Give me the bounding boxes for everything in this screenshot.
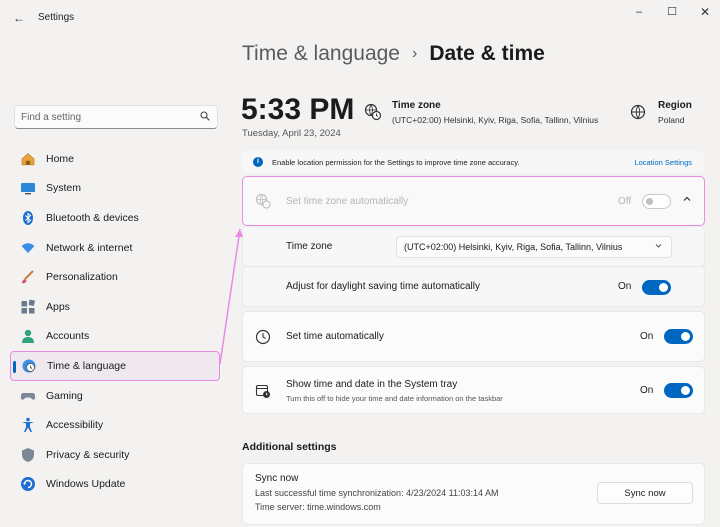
auto-timezone-toggle[interactable]	[642, 194, 671, 209]
app-title: Settings	[38, 12, 75, 23]
sidebar-item-network[interactable]: Network & internet	[10, 233, 220, 263]
last-sync-text: Last successful time synchronization: 4/…	[255, 488, 499, 498]
sidebar-item-label: Personalization	[46, 271, 118, 284]
sync-now-button[interactable]: Sync now	[597, 482, 693, 504]
sidebar-item-home[interactable]: Home	[10, 144, 220, 174]
breadcrumb: Time & language › Date & time	[242, 42, 545, 66]
wifi-icon	[20, 240, 36, 256]
auto-time-card: Set time automatically On	[242, 311, 705, 362]
brush-icon	[20, 269, 36, 285]
timezone-selected-value: (UTC+02:00) Helsinki, Kyiv, Riga, Sofia,…	[404, 242, 623, 252]
breadcrumb-separator: ›	[411, 45, 418, 62]
bluetooth-icon	[20, 210, 36, 226]
region-label: Region	[658, 100, 692, 111]
close-button[interactable]: ✕	[698, 5, 712, 19]
sidebar-item-windows-update[interactable]: Windows Update	[10, 470, 220, 500]
timezone-icon	[364, 103, 382, 121]
sidebar-item-personalization[interactable]: Personalization	[10, 262, 220, 292]
sidebar-item-label: Accounts	[46, 330, 90, 343]
auto-timezone-label: Set time zone automatically	[286, 196, 409, 207]
auto-timezone-card[interactable]: Set time zone automatically Off	[242, 176, 705, 226]
dst-row: Adjust for daylight saving time automati…	[242, 266, 705, 307]
additional-settings-heading: Additional settings	[242, 441, 337, 453]
sidebar-item-label: Home	[46, 152, 75, 165]
auto-time-label: Set time automatically	[286, 331, 384, 342]
gamepad-icon	[20, 388, 36, 404]
region-value: Poland	[658, 115, 685, 125]
systray-card: Show time and date in the System tray Tu…	[242, 366, 705, 414]
auto-time-toggle[interactable]	[664, 329, 693, 344]
timezone-icon	[255, 193, 271, 209]
sidebar-item-label: Network & internet	[46, 241, 133, 254]
sync-card: Sync now Last successful time synchroniz…	[242, 463, 705, 525]
settings-window: ← Settings – ☐ ✕ Home System	[0, 0, 720, 527]
sidebar-item-label: Time & language	[47, 359, 126, 372]
home-icon	[20, 151, 36, 167]
dst-state: On	[618, 281, 632, 292]
auto-timezone-state: Off	[618, 196, 632, 207]
sync-title: Sync now	[255, 473, 299, 484]
info-text: Enable location permission for the Setti…	[272, 157, 520, 167]
location-settings-link[interactable]: Location Settings	[634, 158, 692, 167]
search-input[interactable]	[15, 106, 185, 128]
sidebar-item-apps[interactable]: Apps	[10, 292, 220, 322]
dst-toggle[interactable]	[642, 280, 671, 295]
sidebar-item-accessibility[interactable]: Accessibility	[10, 410, 220, 440]
timezone-dropdown[interactable]: (UTC+02:00) Helsinki, Kyiv, Riga, Sofia,…	[396, 236, 672, 258]
sidebar-nav: Home System Bluetooth & devices Network …	[10, 144, 220, 499]
systray-toggle[interactable]	[664, 383, 693, 398]
maximize-button[interactable]: ☐	[665, 5, 679, 19]
systray-description: Turn this off to hide your time and date…	[286, 394, 503, 403]
title-bar: ← Settings – ☐ ✕	[0, 0, 720, 36]
breadcrumb-parent[interactable]: Time & language	[242, 42, 400, 66]
shield-icon	[20, 447, 36, 463]
minimize-button[interactable]: –	[632, 5, 646, 19]
sidebar-item-gaming[interactable]: Gaming	[10, 381, 220, 411]
auto-time-state: On	[640, 331, 654, 342]
globe-icon	[630, 104, 646, 120]
sidebar-item-label: System	[46, 182, 82, 195]
sidebar-item-label: Bluetooth & devices	[46, 211, 139, 224]
sidebar-item-label: Windows Update	[46, 478, 126, 491]
monitor-icon	[20, 180, 36, 196]
timezone-value: (UTC+02:00) Helsinki, Kyiv, Riga, Sofia,…	[392, 115, 599, 125]
update-icon	[20, 476, 36, 492]
info-icon: i	[253, 157, 263, 167]
sidebar-item-system[interactable]: System	[10, 174, 220, 204]
timezone-row-label: Time zone	[286, 241, 333, 252]
accessibility-icon	[20, 417, 36, 433]
sidebar-item-time-language[interactable]: Time & language	[10, 351, 220, 381]
back-arrow-icon[interactable]: ←	[12, 11, 26, 25]
location-info-bar: i Enable location permission for the Set…	[242, 151, 704, 173]
systray-label: Show time and date in the System tray	[286, 379, 458, 390]
clock-icon	[255, 329, 271, 345]
sidebar-item-label: Accessibility	[46, 419, 104, 432]
sidebar-item-label: Gaming	[46, 389, 83, 402]
apps-icon	[20, 299, 36, 315]
time-server-text: Time server: time.windows.com	[255, 502, 381, 512]
timezone-label: Time zone	[392, 100, 441, 111]
globe-clock-icon	[21, 358, 37, 374]
sidebar-item-privacy[interactable]: Privacy & security	[10, 440, 220, 470]
chevron-down-icon	[654, 241, 663, 252]
search-box[interactable]	[14, 105, 218, 129]
search-icon[interactable]	[200, 111, 210, 121]
chevron-up-icon[interactable]	[682, 194, 692, 207]
person-icon	[20, 328, 36, 344]
sidebar-item-accounts[interactable]: Accounts	[10, 322, 220, 352]
current-date: Tuesday, April 23, 2024	[242, 128, 341, 139]
page-title: Date & time	[429, 42, 545, 65]
sidebar-item-label: Privacy & security	[46, 448, 130, 461]
systray-state: On	[640, 385, 654, 396]
calendar-clock-icon	[255, 384, 270, 398]
current-time: 5:33 PM	[241, 93, 355, 126]
dst-label: Adjust for daylight saving time automati…	[286, 281, 480, 292]
sidebar-item-bluetooth[interactable]: Bluetooth & devices	[10, 203, 220, 233]
sidebar-item-label: Apps	[46, 300, 70, 313]
timezone-row: Time zone (UTC+02:00) Helsinki, Kyiv, Ri…	[242, 226, 705, 267]
